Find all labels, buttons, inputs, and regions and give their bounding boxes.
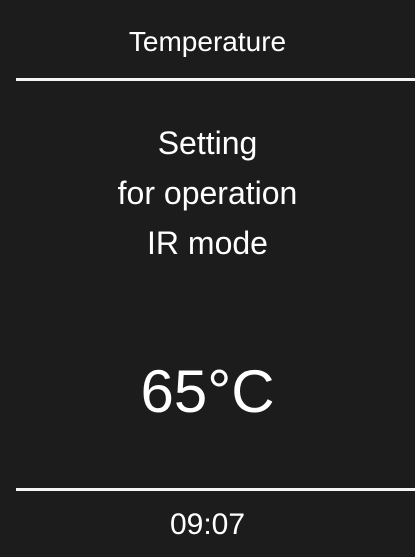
device-screen: Temperature Setting for operation IR mod… (0, 0, 415, 557)
temperature-value[interactable]: 65°C (0, 352, 415, 432)
footer-divider (16, 488, 415, 491)
clock-time: 09:07 (169, 508, 246, 541)
description-line: Setting (157, 125, 258, 161)
screen-title: Temperature (128, 26, 287, 57)
description-line: for operation (117, 175, 298, 211)
header-divider (16, 78, 415, 81)
description-line: IR mode (147, 225, 268, 261)
setting-description: Setting for operation IR mode (0, 118, 415, 268)
